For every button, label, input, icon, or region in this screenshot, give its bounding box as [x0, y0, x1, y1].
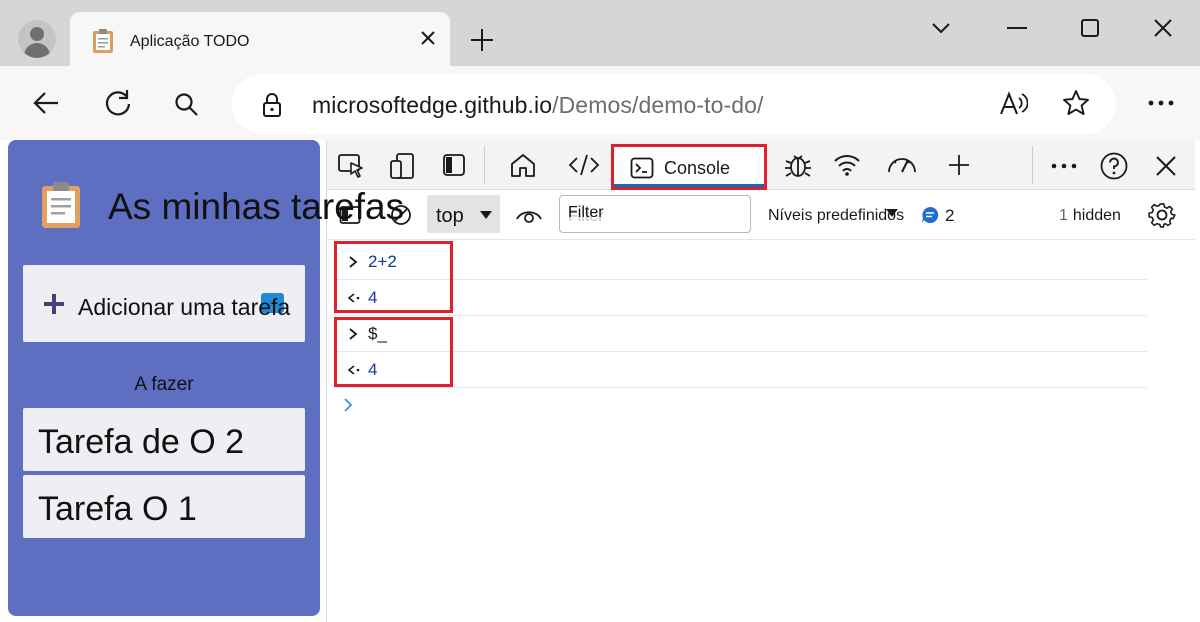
add-task-field[interactable]: Adicionar uma tarefa: [23, 265, 305, 342]
message-count: 2: [945, 206, 955, 225]
clipboard-icon: [93, 29, 113, 53]
minimize-icon[interactable]: [1006, 26, 1028, 30]
console-output-row: 4: [335, 352, 1147, 388]
read-aloud-icon[interactable]: [998, 90, 1028, 118]
home-icon[interactable]: [509, 152, 537, 178]
plus-icon: [44, 294, 64, 314]
todo-app: As minhas tarefas Adicionar uma tarefa A…: [8, 140, 404, 616]
log-levels-dropdown[interactable]: Níveis predefinidos: [768, 207, 904, 225]
context-selector[interactable]: top: [427, 195, 500, 233]
hidden-label: hidden: [1072, 207, 1121, 224]
performance-gauge-icon[interactable]: [886, 152, 918, 176]
console-output-row: 4: [335, 280, 1147, 316]
url-path: /Demos/demo-to-do/: [552, 92, 764, 118]
console-output: 2+2 4 $_ 4: [327, 240, 1195, 622]
window-close-icon[interactable]: [1152, 17, 1174, 39]
message-bubble-icon: [922, 206, 939, 223]
devtools-panel: Console top Filter Filter Níveis predefi…: [326, 140, 1200, 622]
context-value: top: [436, 205, 464, 227]
network-wifi-icon[interactable]: [833, 153, 861, 177]
inspect-element-icon[interactable]: [337, 153, 365, 179]
more-dots-icon[interactable]: [1148, 100, 1174, 106]
task-label: Tarefa de O 2: [38, 423, 245, 461]
more-tools-plus-icon[interactable]: [947, 153, 971, 177]
dropdown-arrow-icon: [480, 211, 492, 219]
console-input-row: 2+2: [335, 244, 1147, 280]
search-icon[interactable]: [174, 92, 200, 118]
console-toolbar: top Filter Filter Níveis predefinidos 2 …: [327, 190, 1195, 240]
highlight-box: [334, 241, 453, 313]
highlight-box: [334, 317, 453, 387]
close-icon[interactable]: [418, 28, 438, 48]
address-bar[interactable]: microsoftedge.github.io/Demos/demo-to-do…: [232, 74, 1116, 134]
arrow-left-icon[interactable]: [32, 90, 60, 116]
url-text: microsoftedge.github.io/Demos/demo-to-do…: [312, 92, 764, 119]
console-prompt-chevron-icon[interactable]: [341, 397, 355, 413]
browser-toolbar: microsoftedge.github.io/Demos/demo-to-do…: [0, 66, 1200, 140]
refresh-icon[interactable]: [103, 88, 133, 118]
close-devtools-icon[interactable]: [1155, 155, 1177, 177]
tab-actions-chevron-icon[interactable]: [930, 20, 952, 36]
tab-todo-app[interactable]: Aplicação TODO: [70, 12, 450, 68]
task-label: Tarefa O 1: [38, 490, 197, 528]
tab-title: Aplicação TODO: [130, 33, 250, 50]
more-dots-icon[interactable]: [1051, 163, 1077, 169]
dock-side-icon[interactable]: [442, 153, 466, 177]
maximize-icon[interactable]: [1080, 18, 1100, 38]
active-tab-indicator: [614, 184, 764, 187]
hidden-messages-count: 1 hidden: [1059, 207, 1121, 225]
toolbar-separator: [1032, 146, 1033, 184]
section-title-todo: A fazer: [134, 374, 194, 395]
dropdown-arrow-icon: [886, 209, 898, 217]
page-title: As minhas tarefas: [108, 186, 405, 227]
help-icon[interactable]: [1099, 151, 1129, 181]
eye-icon[interactable]: [515, 206, 543, 224]
add-task-label: Adicionar uma tarefa: [78, 294, 291, 320]
task-item[interactable]: Tarefa O 1: [23, 475, 305, 538]
lock-icon[interactable]: [262, 92, 282, 118]
toolbar-separator: [484, 146, 485, 184]
plus-icon[interactable]: [468, 26, 496, 54]
url-domain: microsoftedge.github.io: [312, 92, 553, 118]
devtools-tab-bar: Console: [327, 140, 1195, 190]
profile-avatar-icon[interactable]: [18, 20, 56, 58]
console-icon: [630, 157, 654, 179]
star-icon[interactable]: [1062, 89, 1090, 117]
gear-icon[interactable]: [1148, 201, 1176, 229]
clipboard-icon: [42, 182, 80, 228]
hidden-number: 1: [1059, 207, 1068, 224]
filter-placeholder: Filter: [568, 204, 604, 221]
tab-strip: Aplicação TODO: [0, 0, 1200, 68]
console-tab-label: Console: [664, 158, 731, 178]
elements-code-icon[interactable]: [568, 153, 600, 177]
tab-console[interactable]: Console: [611, 144, 767, 190]
web-page: As minhas tarefas Adicionar uma tarefa A…: [0, 140, 404, 622]
device-emulation-icon[interactable]: [389, 152, 415, 180]
filter-input[interactable]: Filter Filter: [559, 195, 751, 233]
task-item[interactable]: Tarefa de O 2: [23, 408, 305, 471]
console-input-row: $_: [335, 316, 1147, 352]
bug-icon[interactable]: [783, 150, 813, 180]
